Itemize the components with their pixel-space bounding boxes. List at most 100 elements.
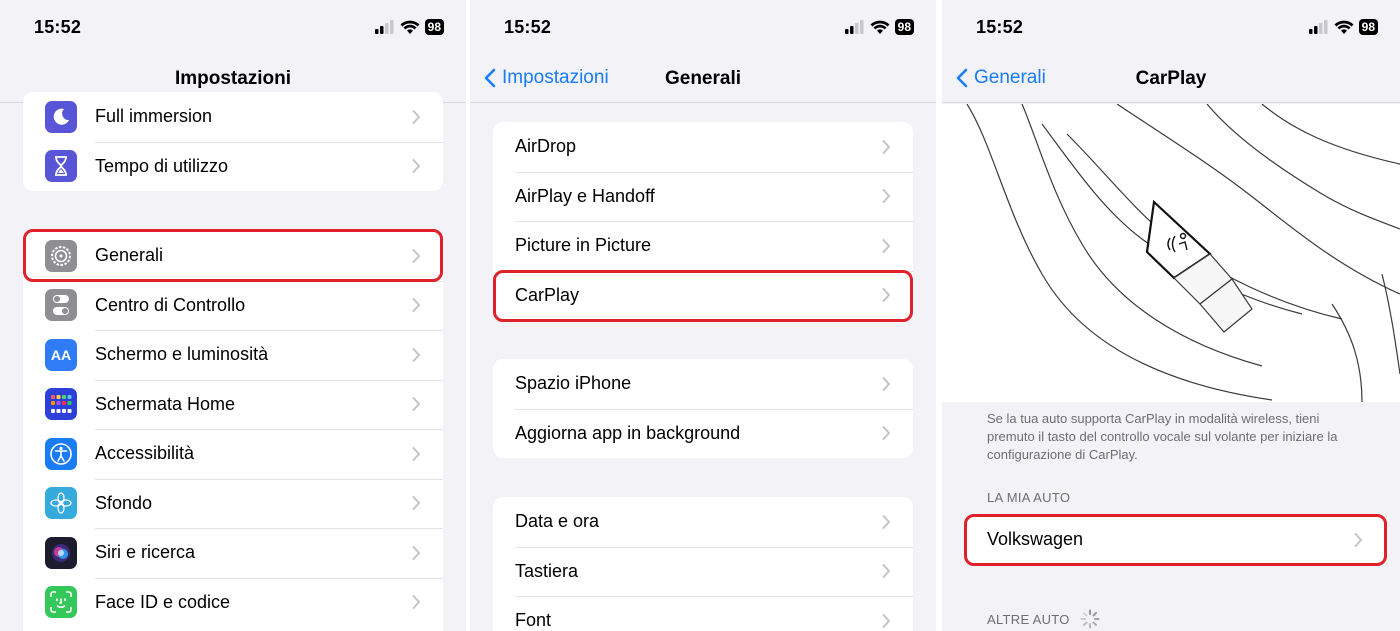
row-separator xyxy=(95,141,443,143)
row-separator xyxy=(95,379,443,381)
settings-item-label: Siri e ricerca xyxy=(95,542,196,563)
status-time: 15:52 xyxy=(34,17,82,37)
chevron-right-icon xyxy=(412,397,421,412)
chevron-right-icon xyxy=(412,545,421,560)
wifi-icon xyxy=(870,20,890,34)
carplay-description: Se la tua auto supporta CarPlay in modal… xyxy=(987,411,1338,462)
settings-item-schermata-home[interactable]: Schermata Home xyxy=(23,379,443,430)
settings-item-full-immersion[interactable]: Full immersion xyxy=(23,92,443,142)
settings-item-tempo-di-utilizzo[interactable]: Tempo di utilizzo xyxy=(23,141,443,192)
general-group-2: Spazio iPhone Aggiorna app in background xyxy=(493,359,913,458)
settings-group-main: Generali Centro di Controllo AA Schermo … xyxy=(23,231,443,631)
text-size-icon: AA xyxy=(45,338,77,371)
general-item-label: AirDrop xyxy=(515,136,577,157)
chevron-right-icon xyxy=(412,298,421,313)
settings-item-generali[interactable]: Generali xyxy=(23,231,443,281)
settings-item-label: Accessibilità xyxy=(95,443,195,464)
settings-item-sfondo[interactable]: Sfondo xyxy=(23,478,443,529)
accessibility-icon xyxy=(45,437,77,470)
status-bar: 15:52 98 xyxy=(470,0,936,56)
chevron-right-icon xyxy=(882,426,891,441)
row-separator xyxy=(515,171,913,173)
row-separator xyxy=(515,270,913,272)
face-id-icon xyxy=(45,586,77,619)
app-grid-icon xyxy=(45,388,77,421)
settings-item-accessibilita[interactable]: Accessibilità xyxy=(23,429,443,479)
general-item-aggiorna-app[interactable]: Aggiorna app in background xyxy=(493,408,913,459)
row-separator xyxy=(95,478,443,480)
settings-item-siri-e-ricerca[interactable]: Siri e ricerca xyxy=(23,528,443,578)
general-item-spazio-iphone[interactable]: Spazio iPhone xyxy=(493,359,913,409)
battery-icon: 98 xyxy=(894,19,914,35)
general-item-picture-in-picture[interactable]: Picture in Picture xyxy=(493,221,913,271)
general-item-label: AirPlay e Handoff xyxy=(515,185,655,206)
settings-panel: 15:52 98 Impostazioni Full immersion Tem… xyxy=(0,0,466,631)
row-separator xyxy=(95,330,443,331)
wifi-icon xyxy=(1334,20,1354,34)
settings-item-label: Sfondo xyxy=(95,492,153,513)
other-cars-header: ALTRE AUTO xyxy=(987,609,1100,629)
chevron-right-icon xyxy=(412,595,421,610)
general-item-carplay[interactable]: CarPlay xyxy=(493,270,913,321)
moon-icon xyxy=(45,100,77,133)
nav-bar: Generali CarPlay xyxy=(942,56,1400,103)
cellular-signal-icon xyxy=(1308,20,1328,34)
general-group-1: AirDrop AirPlay e Handoff Picture in Pic… xyxy=(493,122,913,320)
row-separator xyxy=(515,546,913,548)
siri-icon xyxy=(45,536,77,569)
settings-item-face-id-e-codice[interactable]: Face ID e codice xyxy=(23,577,443,628)
general-group-3: Data e ora Tastiera Font xyxy=(493,497,913,631)
row-separator xyxy=(95,429,443,430)
row-separator xyxy=(515,408,913,410)
battery-icon: 98 xyxy=(1358,19,1378,35)
chevron-right-icon xyxy=(412,496,421,511)
general-item-label: CarPlay xyxy=(515,284,580,305)
cellular-signal-icon xyxy=(374,20,394,34)
gear-icon xyxy=(45,239,77,272)
general-item-airdrop[interactable]: AirDrop xyxy=(493,122,913,172)
toggles-icon xyxy=(45,289,77,322)
chevron-right-icon xyxy=(882,564,891,579)
chevron-right-icon xyxy=(882,514,891,529)
row-separator xyxy=(95,577,443,579)
general-item-data-e-ora[interactable]: Data e ora xyxy=(493,497,913,547)
my-car-item-volkswagen[interactable]: Volkswagen xyxy=(965,515,1385,564)
chevron-right-icon xyxy=(882,288,891,303)
general-item-font[interactable]: Font xyxy=(493,596,913,631)
status-bar: 15:52 98 xyxy=(0,0,466,56)
settings-item-label: Centro di Controllo xyxy=(95,294,246,315)
general-item-airplay-e-handoff[interactable]: AirPlay e Handoff xyxy=(493,171,913,222)
hourglass-icon xyxy=(45,150,77,183)
chevron-right-icon xyxy=(882,189,891,204)
settings-item-label: Schermo e luminosità xyxy=(95,344,269,365)
row-separator xyxy=(515,596,913,597)
other-cars-label: ALTRE AUTO xyxy=(987,611,1070,627)
nav-bar: Impostazioni Generali xyxy=(470,56,936,103)
chevron-right-icon xyxy=(412,446,421,461)
settings-item-label: Face ID e codice xyxy=(95,591,231,612)
my-car-group: Volkswagen xyxy=(965,515,1385,564)
general-item-label: Data e ora xyxy=(515,511,600,532)
chevron-right-icon xyxy=(412,109,421,124)
settings-item-schermo-e-luminosita[interactable]: AA Schermo e luminosità xyxy=(23,330,443,380)
chevron-right-icon xyxy=(1354,532,1363,547)
cellular-signal-icon xyxy=(844,20,864,34)
status-time: 15:52 xyxy=(976,17,1024,37)
general-item-label: Picture in Picture xyxy=(515,235,652,256)
my-car-label: Volkswagen xyxy=(987,529,1084,550)
status-time: 15:52 xyxy=(504,17,552,37)
chevron-right-icon xyxy=(882,139,891,154)
settings-item-label: Tempo di utilizzo xyxy=(95,155,229,176)
carplay-panel: 15:52 98 Generali CarPlay Se la tua auto… xyxy=(942,0,1400,631)
settings-item-label: Schermata Home xyxy=(95,393,236,414)
flower-icon xyxy=(45,487,77,520)
chevron-right-icon xyxy=(882,238,891,253)
general-item-label: Spazio iPhone xyxy=(515,373,632,394)
settings-item-label: Full immersion xyxy=(95,106,213,127)
settings-item-centro-di-controllo[interactable]: Centro di Controllo xyxy=(23,280,443,331)
general-item-label: Font xyxy=(515,610,552,631)
my-car-header: LA MIA AUTO xyxy=(987,490,1071,505)
text-size-icon-glyph: AA xyxy=(50,346,72,363)
row-separator xyxy=(95,528,443,529)
general-item-tastiera[interactable]: Tastiera xyxy=(493,546,913,597)
